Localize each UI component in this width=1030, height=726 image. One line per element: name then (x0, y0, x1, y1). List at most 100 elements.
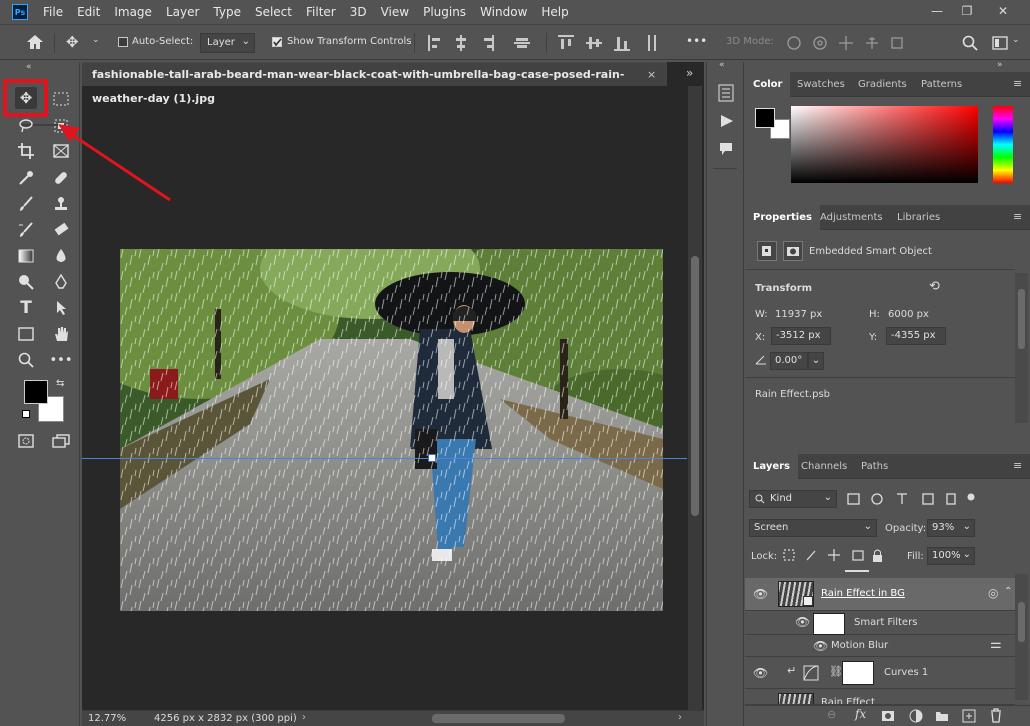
filter-options-icon[interactable]: ⚌ (990, 637, 1002, 652)
opacity-input[interactable]: 93% ⌄ (927, 519, 975, 537)
visibility-eye-icon[interactable]: 👁 (813, 639, 828, 653)
chevron-down-icon[interactable]: ⌄ (1012, 35, 1020, 45)
width-value[interactable]: 11937 px (775, 309, 822, 320)
marquee-tool[interactable] (50, 88, 72, 110)
menu-file[interactable]: File (36, 5, 70, 19)
move-tool-icon[interactable]: ✥ (66, 33, 79, 51)
trash-icon[interactable] (989, 708, 1003, 723)
layer-row[interactable]: 👁 Rain Effect in BG ◎ ⌃ (745, 578, 1015, 611)
chevron-up-icon[interactable]: ⌃ (1004, 586, 1012, 597)
color-picker-field[interactable] (791, 106, 978, 183)
restore-button[interactable]: ❐ (952, 0, 982, 22)
distribute-icons[interactable] (558, 35, 668, 51)
group-folder-icon[interactable] (935, 710, 949, 722)
collapse-icon[interactable]: « (719, 60, 725, 70)
layer-name[interactable]: Rain Effect in BG (821, 588, 905, 599)
menu-plugins[interactable]: Plugins (416, 5, 473, 19)
workspace-icon[interactable] (992, 36, 1008, 50)
blend-mode-dropdown[interactable]: Screen ⌄ (749, 519, 877, 537)
scroll-right-icon[interactable]: › (678, 712, 682, 723)
collapse-icon[interactable]: » (997, 60, 1003, 70)
panel-menu-icon[interactable]: ≡ (1013, 459, 1022, 472)
show-transform-checkbox[interactable] (272, 37, 282, 47)
collapse-icon[interactable]: « (26, 62, 32, 72)
panel-menu-icon[interactable]: ≡ (1013, 210, 1022, 223)
more-tools-icon[interactable]: ••• (50, 349, 73, 371)
move-tool[interactable]: ✥ (15, 87, 37, 109)
filter-name[interactable]: Motion Blur (831, 640, 888, 651)
layer-name[interactable]: Rain Effect (821, 697, 875, 704)
menu-select[interactable]: Select (248, 5, 299, 19)
zoom-level[interactable]: 12.77% (88, 713, 126, 724)
tab-libraries[interactable]: Libraries (889, 205, 948, 230)
transform-handle[interactable] (428, 454, 436, 462)
foreground-color-chip[interactable] (755, 108, 775, 128)
document-tab[interactable]: fashionable-tall-arab-beard-man-wear-bla… (82, 62, 667, 105)
menu-help[interactable]: Help (534, 5, 575, 19)
tab-swatches[interactable]: Swatches (789, 72, 853, 97)
panel-menu-icon[interactable]: ≡ (1013, 77, 1022, 90)
smart-filter-icon[interactable]: ◎ (988, 586, 998, 600)
crop-tool[interactable] (15, 140, 37, 162)
pen-tool[interactable] (50, 271, 72, 293)
filter-mask-thumbnail[interactable] (813, 613, 845, 635)
properties-scrollbar[interactable] (1015, 273, 1028, 423)
rectangle-tool[interactable] (15, 323, 37, 345)
height-value[interactable]: 6000 px (888, 309, 929, 320)
hue-slider[interactable] (993, 106, 1013, 183)
zoom-tool[interactable] (15, 349, 37, 371)
eyedropper-tool[interactable] (15, 167, 37, 189)
menu-layer[interactable]: Layer (159, 5, 206, 19)
path-selection-tool[interactable] (50, 297, 72, 319)
add-mask-icon[interactable] (881, 710, 895, 722)
tab-properties[interactable]: Properties (745, 205, 820, 230)
chevron-right-icon[interactable]: › (302, 712, 306, 723)
scrollbar-thumb[interactable] (691, 256, 699, 516)
eraser-tool[interactable] (50, 219, 72, 241)
menu-3d[interactable]: 3D (343, 5, 374, 19)
history-panel-icon[interactable] (718, 84, 734, 102)
filter-row[interactable]: 👁 Motion Blur ⚌ (745, 635, 1015, 657)
vertical-scrollbar[interactable] (688, 86, 702, 710)
tab-gradients[interactable]: Gradients (850, 72, 915, 97)
menu-view[interactable]: View (374, 5, 416, 19)
collapse-panels-icon[interactable]: » (686, 66, 693, 80)
lasso-tool[interactable] (15, 115, 37, 137)
tab-adjustments[interactable]: Adjustments (812, 205, 891, 230)
adjustment-layer-icon[interactable] (909, 709, 923, 723)
lock-icons[interactable] (783, 548, 883, 564)
layers-scrollbar[interactable] (1015, 574, 1028, 700)
brush-tool[interactable] (15, 193, 37, 215)
link-layers-icon[interactable]: ⊖ (827, 708, 836, 721)
new-layer-icon[interactable] (962, 709, 976, 723)
angle-input[interactable]: 0.00° (770, 352, 808, 370)
link-icon[interactable]: ⛓ (829, 665, 843, 678)
y-position-input[interactable]: -4355 px (886, 327, 946, 345)
search-icon[interactable] (962, 35, 978, 51)
hand-tool[interactable] (50, 323, 72, 345)
tab-layers[interactable]: Layers (745, 454, 798, 479)
close-tab-icon[interactable]: × (647, 63, 656, 87)
tab-paths[interactable]: Paths (853, 454, 896, 479)
menu-type[interactable]: Type (206, 5, 248, 19)
layer-name[interactable]: Curves 1 (884, 667, 928, 678)
3d-mode-icons[interactable] (786, 34, 911, 52)
reset-transform-icon[interactable]: ⟲ (929, 279, 940, 294)
blur-tool[interactable] (50, 245, 72, 267)
tab-patterns[interactable]: Patterns (913, 72, 970, 97)
document-image[interactable] (120, 249, 663, 611)
swap-colors-icon[interactable]: ⇆ (56, 378, 64, 389)
menu-edit[interactable]: Edit (70, 5, 107, 19)
more-options[interactable]: ••• (686, 34, 707, 48)
visibility-eye-icon[interactable]: 👁 (753, 666, 768, 680)
layer-row[interactable]: Rain Effect (745, 689, 1015, 705)
chevron-down-icon[interactable]: ⌄ (92, 35, 100, 45)
visibility-eye-icon[interactable]: 👁 (753, 587, 768, 601)
type-tool[interactable]: T (15, 297, 37, 319)
home-icon[interactable] (26, 34, 44, 50)
layer-style-fx-icon[interactable]: fx (855, 707, 866, 721)
layer-filter-dropdown[interactable]: Kind ⌄ (749, 490, 837, 508)
menu-window[interactable]: Window (473, 5, 534, 19)
auto-select-dropdown[interactable]: Layer ⌄ (200, 33, 255, 53)
tab-channels[interactable]: Channels (793, 454, 855, 479)
